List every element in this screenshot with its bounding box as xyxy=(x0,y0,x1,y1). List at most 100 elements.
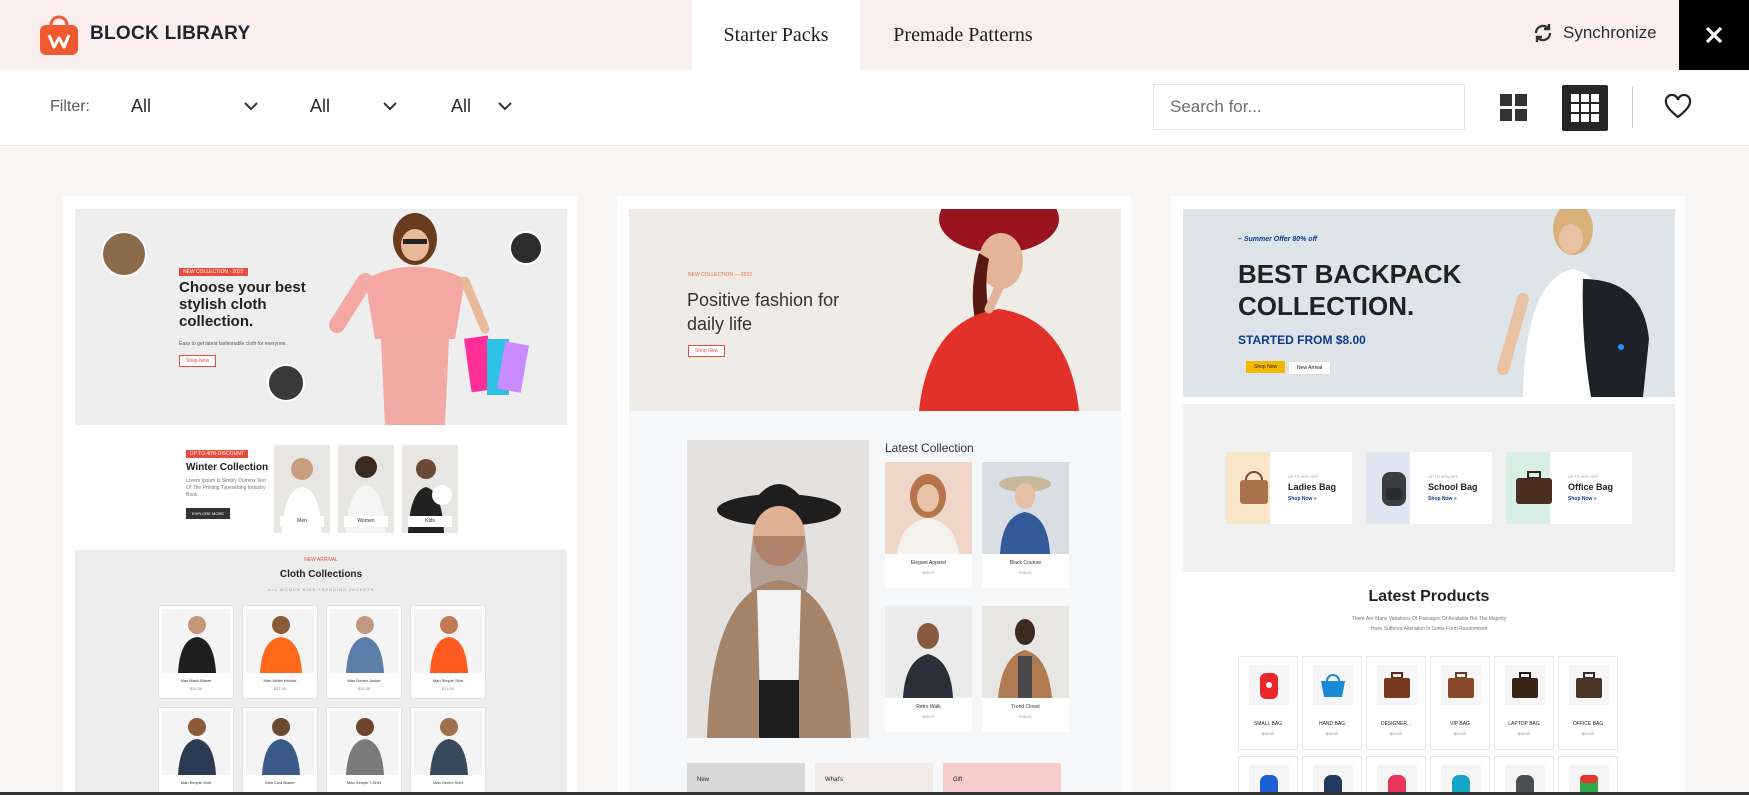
product-tile: Retro Walk $28.00 xyxy=(885,606,972,732)
bag-category-link: Shop Now » xyxy=(1568,496,1597,502)
school-bag-icon xyxy=(1382,472,1406,506)
product-name: LAPTOP BAG xyxy=(1508,721,1540,727)
latest-products-section: Latest Products There Are Many Variation… xyxy=(1183,572,1675,795)
hand-bag-icon xyxy=(1321,674,1345,697)
category-label: Women xyxy=(344,516,388,527)
synchronize-label: Synchronize xyxy=(1563,23,1657,42)
model-backpack-illustration xyxy=(1497,209,1649,397)
bag-category-link: Shop Now » xyxy=(1428,496,1457,502)
product-tile: VIP BAG $20.00 xyxy=(1430,656,1490,750)
winter-collection-section: UP TO 40% DISCOUNT Winter Collection Lor… xyxy=(75,425,567,550)
product-tile: SMALL BAG $28.00 xyxy=(1238,656,1298,750)
product-name: Man Simple Shirt xyxy=(432,678,464,683)
winter-title: Winter Collection xyxy=(186,462,269,473)
featured-photo xyxy=(687,440,869,738)
collections-title: Cloth Collections xyxy=(279,569,363,580)
product-price: $28.00 xyxy=(1261,731,1275,736)
starter-pack-card-backpack[interactable]: – Summer Offer 80% off BEST BACKPACK COL… xyxy=(1171,196,1685,795)
product-photo xyxy=(903,623,953,698)
synchronize-button[interactable]: Synchronize xyxy=(1532,22,1657,44)
bag-category-name: School Bag xyxy=(1428,482,1478,492)
product-name: Man Simple T-Shirt xyxy=(347,780,381,785)
bag-category-link: Shop Now » xyxy=(1288,496,1317,502)
filter-select-3[interactable]: All xyxy=(451,96,517,117)
product-tile: Man Simple T-Shirt xyxy=(326,707,402,795)
model-black-hat-illustration xyxy=(707,484,851,738)
promo-strip-label: What's xyxy=(825,777,844,783)
bag-category-card: UP TO 50% OFF Office Bag Shop Now » xyxy=(1506,452,1632,524)
filter-select-2[interactable]: All xyxy=(310,96,402,117)
product-tile: Elegant Apparel $28.00 xyxy=(885,462,972,588)
tab-starter-packs[interactable]: Starter Packs xyxy=(692,0,860,70)
category-card-women: Women xyxy=(338,445,394,533)
positive-fashion-hero-banner: NEW COLLECTION — 2022 Positive fashion f… xyxy=(629,209,1121,411)
product-price: $28.00 xyxy=(922,570,935,575)
model-woman-illustration xyxy=(329,213,529,425)
latest-collection-title: Latest Collection xyxy=(885,441,974,455)
product-photo xyxy=(998,619,1052,698)
backpack-icon xyxy=(1580,775,1598,795)
backpack-hero-banner: – Summer Offer 80% off BEST BACKPACK COL… xyxy=(1183,209,1675,397)
product-photo xyxy=(178,718,216,775)
latest-products-title: Latest Products xyxy=(1368,588,1490,605)
product-tile: Man White Hoodie $21.00 xyxy=(242,605,318,699)
close-button[interactable] xyxy=(1679,0,1749,70)
designer-bag-icon xyxy=(1384,672,1410,698)
product-photo xyxy=(430,718,468,775)
grid-3-view-icon xyxy=(1571,94,1599,122)
product-tile: Man Denim Jacket $21.00 xyxy=(326,605,402,699)
chevron-down-icon xyxy=(244,102,258,111)
small-bag-icon xyxy=(1260,673,1278,699)
product-tile: Man Cool Blazer xyxy=(242,707,318,795)
latest-products-subtitle: There Are Many Variations Of Passages Of… xyxy=(1183,614,1675,634)
promo-strip: Gift xyxy=(943,763,1061,795)
product-name: Man Black Blazer xyxy=(180,678,212,683)
category-label: Kids xyxy=(408,516,452,527)
shop-now-button: Shop Now xyxy=(1246,361,1286,373)
promo-strip: New xyxy=(687,763,805,795)
product-tile: DESIGNER... $20.00 xyxy=(1366,656,1426,750)
winter-tag: UP TO 40% DISCOUNT xyxy=(186,450,248,458)
bag-category-card: UP TO 50% OFF School Bag Shop Now » xyxy=(1366,452,1492,524)
product-tile: HAND BAG $28.00 xyxy=(1302,656,1362,750)
grid-2-view-icon[interactable] xyxy=(1499,93,1529,123)
product-tile xyxy=(1558,756,1618,795)
bag-category-name: Office Bag xyxy=(1568,482,1614,492)
product-name: HAND BAG xyxy=(1318,721,1346,727)
product-price: $21.00 xyxy=(189,686,203,691)
product-photo xyxy=(897,474,959,554)
toolbar-divider xyxy=(1632,86,1633,128)
product-price: $28.00 xyxy=(1325,731,1339,736)
grid-3-view-button[interactable] xyxy=(1562,85,1608,131)
office-bag-icon xyxy=(1516,471,1552,504)
filter-select-1[interactable]: All xyxy=(131,96,261,117)
product-price: $20.00 xyxy=(1581,731,1595,736)
hero-price: STARTED FROM $8.00 xyxy=(1238,333,1366,347)
promo-strip: What's xyxy=(815,763,933,795)
filter-select-1-value: All xyxy=(131,96,152,116)
product-name: OFFICE BAG xyxy=(1572,721,1604,727)
search-input[interactable] xyxy=(1153,84,1465,130)
winter-subtitle: Lorem Ipsum Is Simply Dummy Text Of The … xyxy=(186,478,266,498)
product-name: Man Denim Jacket xyxy=(347,678,381,683)
shopping-bag-logo-icon xyxy=(40,15,78,55)
bag-category-card: UP TO 50% OFF Ladies Bag Shop Now » xyxy=(1226,452,1352,524)
product-name: SMALL BAG xyxy=(1253,721,1283,727)
shop-now-button: Shop Now xyxy=(688,345,726,357)
cloth-collections-section: NEW ARRIVAL Cloth Collections ALL WOMEN … xyxy=(75,550,567,795)
product-name: Man White Hoodie xyxy=(263,678,297,683)
hero-title: Choose your best stylish cloth collectio… xyxy=(179,279,306,330)
product-photo xyxy=(260,616,302,673)
chevron-down-icon xyxy=(498,102,512,111)
heart-icon[interactable] xyxy=(1664,94,1692,120)
product-photo xyxy=(262,718,300,775)
tab-premade-patterns[interactable]: Premade Patterns xyxy=(878,0,1048,70)
starter-pack-card-positive-fashion[interactable]: NEW COLLECTION — 2022 Positive fashion f… xyxy=(617,196,1131,795)
product-price: $28.00 xyxy=(922,714,935,719)
hero-tag: – Summer Offer 80% off xyxy=(1238,236,1318,243)
product-name: Man Cool Blazer xyxy=(265,780,295,785)
product-tile: Man Denim Shirt xyxy=(410,707,486,795)
product-name: Trend Closet xyxy=(1011,704,1040,710)
starter-pack-card-fashion[interactable]: NEW COLLECTION · 2022 Choose your best s… xyxy=(63,196,577,795)
category-card-kids: Kids xyxy=(402,445,458,533)
